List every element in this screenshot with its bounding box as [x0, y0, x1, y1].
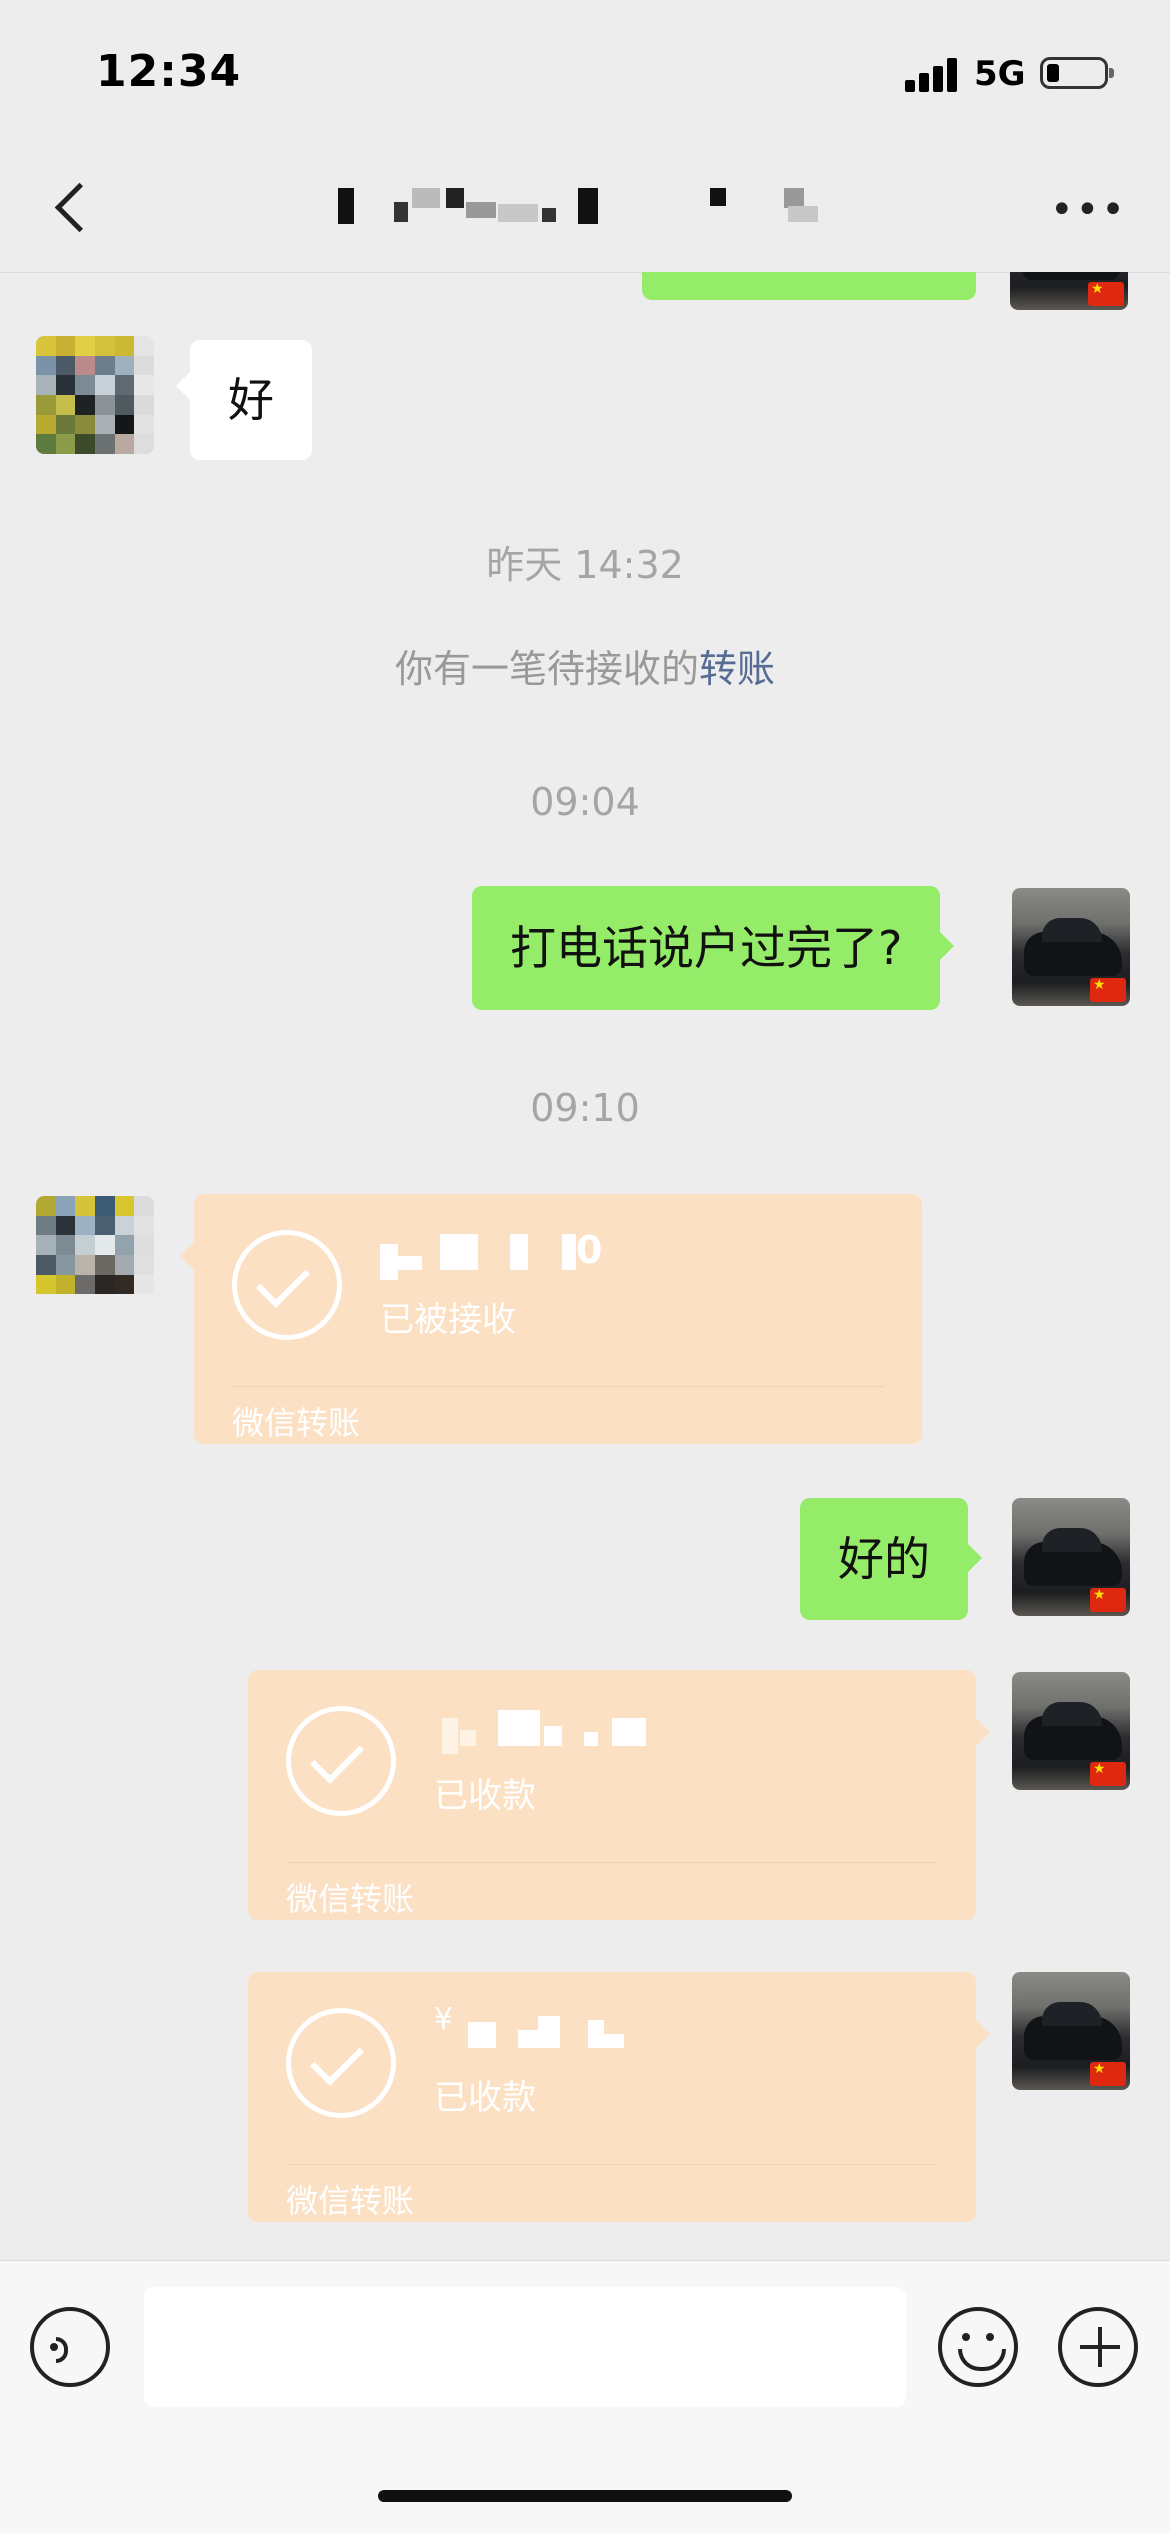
chat-header: ••• — [0, 150, 1170, 273]
timestamp: 09:04 — [530, 780, 640, 824]
transfer-divider — [232, 1386, 884, 1387]
my-avatar[interactable] — [1012, 888, 1130, 1006]
transfer-divider — [286, 1862, 938, 1863]
network-type: 5G — [974, 54, 1026, 94]
system-notice: 你有一笔待接收的转账 — [0, 638, 1170, 693]
status-bar: 12:34 5G — [0, 0, 1170, 150]
transfer-status: 已被接收 — [380, 1300, 516, 1340]
transfer-amount-redacted: ¥ — [434, 2002, 694, 2052]
plus-icon[interactable] — [1058, 2307, 1138, 2387]
transfer-status: 已收款 — [434, 1776, 536, 1816]
message-input[interactable] — [144, 2287, 906, 2407]
emoji-icon[interactable] — [938, 2307, 1018, 2387]
partial-outgoing-bubble — [642, 272, 976, 300]
battery-icon — [1040, 57, 1114, 89]
my-avatar[interactable] — [1012, 1498, 1130, 1616]
check-icon — [286, 1706, 396, 1816]
incoming-message[interactable]: 好 — [176, 340, 312, 460]
my-avatar[interactable] — [1012, 1672, 1130, 1790]
my-avatar[interactable] — [1010, 272, 1128, 310]
message-list: 好 昨天 14:32 你有一笔待接收的转账 09:04 打电话说户过完了? 09… — [0, 272, 1170, 2260]
outgoing-message[interactable]: 好的 — [800, 1498, 982, 1620]
timestamp: 昨天 14:32 — [486, 543, 684, 587]
transfer-amount-redacted — [434, 1710, 694, 1754]
transfer-footer: 微信转账 — [232, 1404, 361, 1442]
back-icon[interactable] — [40, 174, 104, 238]
transfer-card[interactable]: 0 已被接收 微信转账 — [180, 1194, 922, 1444]
my-avatar[interactable] — [1012, 1972, 1130, 2090]
check-icon — [232, 1230, 342, 1340]
flag-icon — [1090, 2061, 1126, 2086]
more-icon[interactable]: ••• — [1050, 180, 1125, 240]
transfer-status: 已收款 — [434, 2078, 536, 2118]
voice-icon[interactable] — [30, 2307, 110, 2387]
transfer-footer: 微信转账 — [286, 2182, 415, 2220]
transfer-divider — [286, 2164, 938, 2165]
transfer-amount-redacted: 0 — [380, 1228, 640, 1280]
check-icon — [286, 2008, 396, 2118]
outgoing-message[interactable]: 打电话说户过完了? — [472, 886, 955, 1010]
flag-icon — [1088, 281, 1124, 306]
system-notice-text: 你有一笔待接收的 — [394, 647, 699, 691]
signal-icon — [905, 56, 961, 92]
chat-title-redacted — [320, 180, 850, 240]
timestamp: 09:10 — [530, 1086, 640, 1130]
transfer-card[interactable]: ¥ 已收款 微信转账 — [248, 1972, 990, 2222]
contact-avatar[interactable] — [36, 1196, 154, 1314]
flag-icon — [1090, 1761, 1126, 1786]
flag-icon — [1090, 977, 1126, 1002]
transfer-card[interactable]: 已收款 微信转账 — [248, 1670, 990, 1920]
status-time: 12:34 — [96, 46, 242, 97]
contact-avatar[interactable] — [36, 336, 154, 454]
flag-icon — [1090, 1587, 1126, 1612]
transfer-footer: 微信转账 — [286, 1880, 415, 1918]
home-indicator[interactable] — [378, 2490, 792, 2502]
transfer-link[interactable]: 转账 — [699, 647, 775, 691]
